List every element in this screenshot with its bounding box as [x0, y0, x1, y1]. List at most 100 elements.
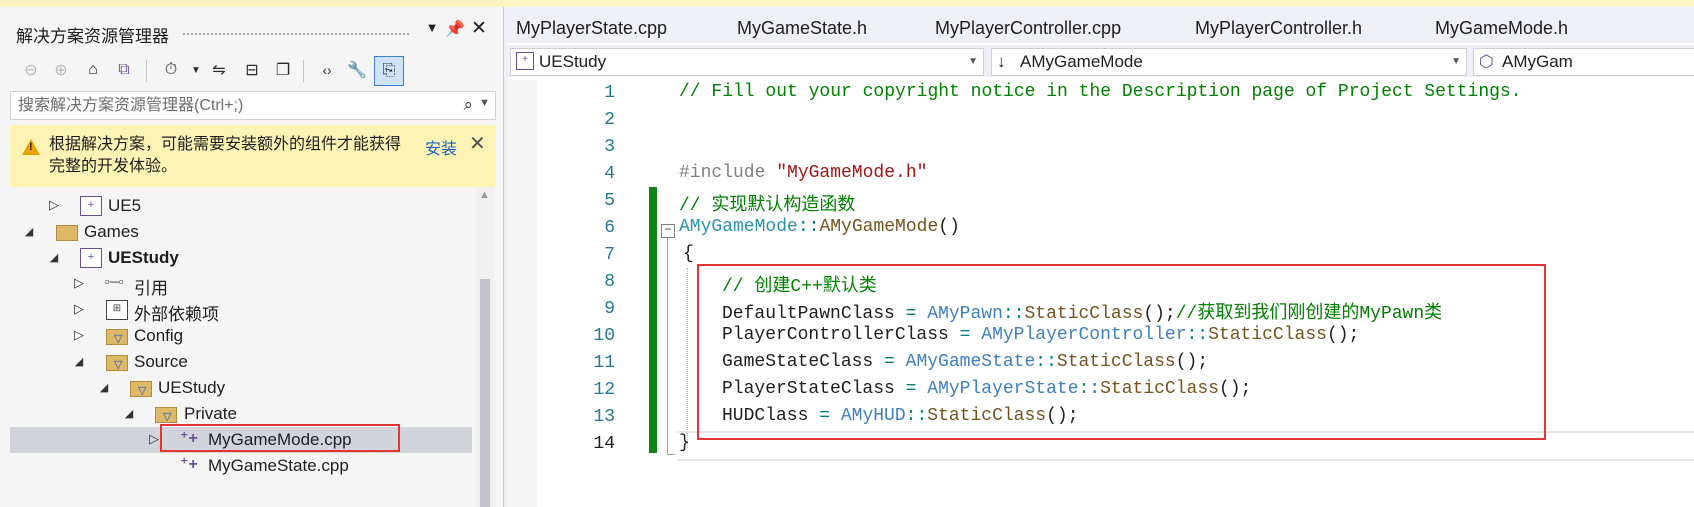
chevron-down-icon[interactable]: ▼ [968, 56, 978, 67]
code-token-string: "MyGameMode.h" [776, 163, 928, 183]
outline-guide [667, 238, 668, 454]
tab-myplayercontroller-h[interactable]: MyPlayerController.h [1195, 18, 1362, 39]
line-number: 7 [604, 245, 615, 265]
tree-item-label: 外部依赖项 [134, 305, 219, 324]
forward-icon[interactable]: ⊕ [47, 56, 75, 84]
search-options-dropdown-icon[interactable]: ▼ [479, 97, 490, 109]
pin-icon[interactable]: 📌 [445, 19, 465, 39]
project-dropdown[interactable]: + UEStudy ▼ [510, 48, 984, 76]
collapse-arrow-icon[interactable]: ◢ [72, 355, 86, 368]
line-number: 10 [593, 326, 615, 346]
filter-folder-icon [106, 355, 128, 371]
tree-scrollbar[interactable]: ▲ [476, 187, 494, 507]
code-line-7: { [683, 244, 694, 264]
sync-icon[interactable]: ⇋ [205, 56, 233, 84]
selection-margin [507, 80, 537, 507]
code-token-type: AMyGameMode [679, 217, 798, 237]
tree-item-games[interactable]: ◢ Games [10, 219, 472, 245]
toolbar-separator [303, 60, 304, 82]
dropdown-icon[interactable]: ▼ [422, 20, 442, 35]
tree-item-mygamestate-cpp[interactable]: ⁺+ MyGameState.cpp [10, 453, 472, 479]
scrollbar-thumb[interactable] [480, 279, 490, 507]
collapse-arrow-icon[interactable]: ◢ [22, 225, 36, 238]
tree-item-external-deps[interactable]: ▷ ⊞ 外部依赖项 [10, 297, 472, 324]
tree-item-label: Private [184, 404, 237, 423]
collapse-arrow-icon[interactable]: ◢ [47, 251, 61, 264]
scope-arrow-icon: ↓ [997, 52, 1006, 71]
tab-myplayercontroller-cpp[interactable]: MyPlayerController.cpp [935, 18, 1121, 39]
switch-views-icon[interactable]: ⧉ [110, 56, 138, 84]
line-number: 12 [593, 380, 615, 400]
document-tabs: MyPlayerState.cpp MyGameState.h MyPlayer… [507, 7, 1694, 43]
code-token-keyword: #include [679, 163, 777, 183]
project-icon: + [516, 52, 534, 70]
panel-title: 解决方案资源管理器 [16, 27, 169, 46]
code-area[interactable]: 1 2 3 4 5 6 7 8 9 10 11 12 13 14 − // Fi… [507, 80, 1694, 507]
tree-item-uestudy-filter[interactable]: ◢ UEStudy [10, 375, 472, 401]
tab-mygamemode-h[interactable]: MyGameMode.h [1435, 18, 1568, 39]
expand-arrow-icon[interactable]: ▷ [47, 197, 61, 213]
expand-arrow-icon[interactable]: ▷ [72, 327, 86, 343]
chevron-down-icon[interactable]: ▼ [1451, 56, 1461, 67]
top-strip [0, 0, 1694, 7]
line-number: 1 [604, 83, 615, 103]
filter-folder-icon [106, 329, 128, 345]
search-icon[interactable]: ⌕ [463, 95, 473, 115]
project-icon: + [80, 196, 102, 216]
code-token-paren: () [938, 217, 960, 237]
home-icon[interactable]: ⌂ [79, 56, 107, 84]
class-cube-icon: ⬡ [1479, 52, 1494, 71]
search-input[interactable] [16, 96, 450, 116]
member-dropdown-value: AMyGam [1502, 52, 1573, 71]
filter-folder-icon [130, 381, 152, 397]
tree-item-label: MyGameState.cpp [208, 456, 349, 475]
line-number: 4 [604, 164, 615, 184]
collapse-arrow-icon[interactable]: ◢ [122, 407, 136, 420]
tab-myplayerstate-cpp[interactable]: MyPlayerState.cpp [516, 18, 667, 39]
expand-arrow-icon[interactable]: ▷ [147, 431, 161, 447]
tree-item-uestudy-project[interactable]: ◢ + UEStudy [10, 245, 472, 271]
search-box[interactable]: ⌕ ▼ [10, 91, 496, 120]
tree-item-label: Config [134, 326, 184, 345]
expand-arrow-icon[interactable]: ▷ [72, 301, 86, 317]
code-line-6: AMyGameMode::AMyGameMode() [679, 217, 960, 237]
member-dropdown[interactable]: ⬡ AMyGam [1473, 48, 1694, 76]
scroll-up-icon[interactable]: ▲ [479, 189, 490, 201]
preview-selected-icon[interactable]: ⎘ [374, 56, 404, 86]
install-link[interactable]: 安装 [425, 135, 457, 159]
code-token-op: :: [797, 217, 820, 237]
collapse-region-icon[interactable]: − [661, 224, 675, 238]
back-icon[interactable]: ⊖ [17, 56, 45, 84]
scope-dropdown-value: AMyGameMode [1020, 52, 1143, 71]
line-number: 3 [604, 137, 615, 157]
references-icon: ▫─▫ [105, 274, 124, 289]
code-line-14: } [679, 433, 690, 453]
folder-icon [56, 225, 78, 241]
info-message: 根据解决方案，可能需要安装额外的组件才能获得完整的开发体验。 [49, 136, 402, 175]
external-deps-icon: ⊞ [106, 300, 128, 320]
drag-grip[interactable] [182, 32, 409, 37]
line-number: 2 [604, 110, 615, 130]
tree-item-ue5[interactable]: ▷ + UE5 [10, 193, 472, 219]
tree-item-label: UEStudy [158, 378, 226, 397]
show-all-files-icon[interactable]: ❐ [269, 56, 297, 84]
tree-item-label: UE5 [108, 196, 142, 215]
tree-item-config[interactable]: ▷ Config [10, 323, 472, 349]
highlight-annotation-box [697, 264, 1546, 440]
tree-item-source[interactable]: ◢ Source [10, 349, 472, 375]
code-line-4: #include "MyGameMode.h" [679, 163, 927, 183]
tree-item-references[interactable]: ▷ ▫─▫ 引用 [10, 271, 472, 298]
info-close-icon[interactable]: ✕ [469, 131, 486, 156]
close-icon[interactable]: ✕ [469, 17, 489, 40]
indent-guide [687, 268, 688, 448]
tab-mygamestate-h[interactable]: MyGameState.h [737, 18, 867, 39]
properties-wrench-icon[interactable]: 🔧 [343, 56, 371, 84]
pending-changes-icon[interactable]: ⏱ [157, 56, 185, 84]
expand-arrow-icon[interactable]: ▷ [72, 275, 86, 291]
collapse-all-icon[interactable]: ⊟ [238, 56, 266, 84]
toolbar-separator [146, 60, 147, 82]
collapse-arrow-icon[interactable]: ◢ [97, 381, 111, 394]
scope-dropdown[interactable]: ↓ AMyGameMode ▼ [991, 48, 1467, 76]
project-dropdown-value: UEStudy [539, 52, 607, 71]
view-code-icon[interactable]: ‹› [313, 56, 341, 84]
